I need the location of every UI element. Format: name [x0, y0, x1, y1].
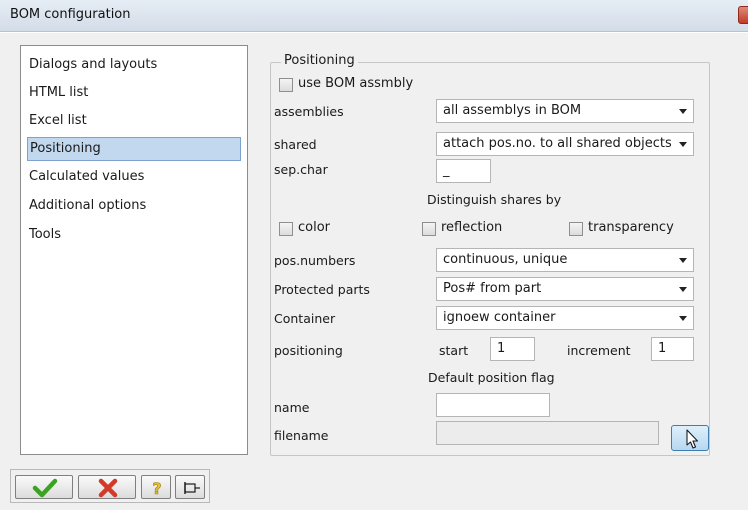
positioning-group-title: Positioning [281, 53, 358, 68]
nav-item-label: Additional options [29, 198, 147, 213]
nav-item-label: Calculated values [29, 169, 145, 184]
browse-button[interactable] [671, 425, 709, 451]
start-label: start [439, 343, 469, 358]
nav-item-tools[interactable]: Tools [27, 224, 241, 248]
container-value: ignoew container [443, 310, 556, 325]
nav-item-label: HTML list [29, 85, 89, 100]
pos-numbers-dropdown[interactable]: continuous, unique [436, 248, 694, 272]
protected-parts-label: Protected parts [274, 282, 370, 297]
chevron-down-icon [679, 258, 687, 263]
container-label: Container [274, 311, 336, 326]
distinguish-shares-heading: Distinguish shares by [427, 192, 562, 207]
name-label: name [274, 400, 310, 415]
increment-input[interactable]: 1 [651, 337, 694, 361]
container-dropdown[interactable]: ignoew container [436, 306, 694, 330]
svg-text:?: ? [152, 479, 161, 498]
protected-parts-value: Pos# from part [443, 281, 542, 296]
color-checkbox[interactable] [279, 222, 293, 236]
title-bar: BOM configuration [0, 0, 748, 32]
protected-parts-dropdown[interactable]: Pos# from part [436, 277, 694, 301]
chevron-down-icon [679, 287, 687, 292]
pos-numbers-label: pos.numbers [274, 253, 356, 268]
increment-label: increment [567, 343, 631, 358]
assemblies-dropdown[interactable]: all assemblys in BOM [436, 99, 694, 123]
assemblies-label: assemblies [274, 104, 344, 119]
pos-numbers-value: continuous, unique [443, 252, 568, 267]
reflection-label: reflection [441, 220, 503, 235]
chevron-down-icon [679, 109, 687, 114]
name-input[interactable] [436, 393, 550, 417]
increment-value: 1 [658, 341, 667, 356]
question-mark-icon: ? [152, 479, 162, 499]
shared-dropdown[interactable]: attach pos.no. to all shared objects [436, 132, 694, 156]
sep-char-input[interactable]: _ [436, 159, 491, 183]
help-button[interactable]: ? [141, 475, 171, 499]
filename-input[interactable] [436, 421, 659, 445]
start-input[interactable]: 1 [490, 337, 535, 361]
chevron-down-icon [679, 142, 687, 147]
nav-item-label: Positioning [30, 141, 101, 156]
transparency-checkbox[interactable] [569, 222, 583, 236]
nav-item-label: Excel list [29, 113, 87, 128]
pin-icon [184, 482, 200, 494]
sep-char-value: _ [443, 163, 450, 178]
shared-value: attach pos.no. to all shared objects [443, 136, 671, 151]
ok-button[interactable] [15, 475, 73, 499]
cancel-button[interactable] [78, 475, 136, 499]
pin-button[interactable] [175, 475, 205, 499]
filename-label: filename [274, 428, 329, 443]
assemblies-value: all assemblys in BOM [443, 103, 582, 118]
positioning-label: positioning [274, 343, 343, 358]
nav-item-label: Tools [29, 227, 62, 242]
nav-item-label: Dialogs and layouts [29, 57, 158, 72]
bottom-button-bar: ? [10, 469, 210, 503]
window-title: BOM configuration [10, 7, 131, 22]
cursor-pointer-icon [686, 429, 699, 449]
red-x-icon [98, 478, 118, 498]
nav-item-excel-list[interactable]: Excel list [27, 110, 241, 134]
settings-nav-list: Dialogs and layouts HTML list Excel list… [20, 45, 248, 455]
transparency-label: transparency [588, 220, 674, 235]
sep-char-label: sep.char [274, 162, 328, 177]
default-position-flag-heading: Default position flag [428, 370, 555, 385]
reflection-checkbox[interactable] [422, 222, 436, 236]
use-bom-assembly-label: use BOM assmbly [298, 76, 414, 91]
chevron-down-icon [679, 316, 687, 321]
green-checkmark-icon [32, 478, 58, 498]
nav-item-dialogs-and-layouts[interactable]: Dialogs and layouts [27, 54, 241, 78]
shared-label: shared [274, 137, 317, 152]
nav-item-calculated-values[interactable]: Calculated values [27, 166, 241, 190]
color-label: color [298, 220, 331, 235]
use-bom-assembly-checkbox[interactable] [279, 78, 293, 92]
nav-item-positioning[interactable]: Positioning [27, 137, 241, 161]
start-value: 1 [497, 341, 506, 356]
nav-item-html-list[interactable]: HTML list [27, 82, 241, 106]
window-close-icon[interactable] [738, 6, 748, 24]
nav-item-additional-options[interactable]: Additional options [27, 195, 241, 219]
